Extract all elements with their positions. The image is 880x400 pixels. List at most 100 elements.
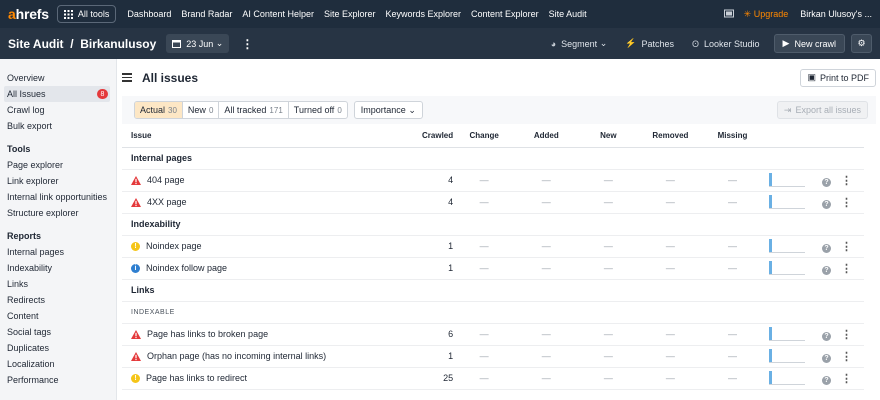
crawled-count[interactable]: 4 [380,169,454,192]
column-header-new[interactable]: New [577,124,640,148]
table-row[interactable]: i Noindex follow page 1— — — — —? ⋮ [122,257,864,280]
new-value: — [577,367,640,390]
upgrade-link[interactable]: ✳ Upgrade [744,9,789,20]
menu-toggle-icon[interactable] [122,71,132,84]
issue-name[interactable]: Orphan page (has no incoming internal li… [147,351,326,361]
column-header-crawled[interactable]: Crawled [380,124,454,148]
issue-name-cell[interactable]: Page has links to broken page [122,323,381,346]
sidebar-item-page-explorer[interactable]: Page explorer [0,157,116,173]
sidebar-item-duplicates[interactable]: Duplicates [0,340,116,356]
help-icon[interactable]: ? [822,177,832,187]
sidebar-item-internal-pages[interactable]: Internal pages [0,244,116,260]
settings-button[interactable]: ⚙ [851,34,872,53]
issue-name-cell[interactable]: ! Noindex page [122,235,381,258]
export-all-issues-button[interactable]: ⇥ Export all issues [776,101,868,119]
ahrefs-logo[interactable]: ahrefs [8,6,49,22]
help-icon[interactable]: ? [822,243,832,253]
crawled-count[interactable]: 1 [380,257,454,280]
sidebar-item-indexability[interactable]: Indexability [0,260,116,276]
importance-dropdown[interactable]: Importance ⌄ [353,101,423,119]
filter-actual[interactable]: Actual 30 [135,102,183,118]
issue-name-cell[interactable]: Orphan page (has no incoming internal li… [122,345,381,368]
account-menu[interactable]: Birkan Ulusoy's ... [800,9,872,19]
column-header-removed[interactable]: Removed [639,124,702,148]
crawled-count[interactable]: 1 [380,345,454,368]
issue-name[interactable]: 4XX page [147,197,187,207]
sidebar-item-bulk-export[interactable]: Bulk export [0,118,116,134]
column-header-change[interactable]: Change [453,124,516,148]
more-options-icon[interactable]: ⋮ [841,263,852,275]
help-icon[interactable]: ? [822,199,832,209]
nav-item-site-audit[interactable]: Site Audit [549,9,587,19]
nav-item-content-explorer[interactable]: Content Explorer [471,9,539,19]
sidebar-item-redirects[interactable]: Redirects [0,292,116,308]
table-row[interactable]: Orphan page (has no incoming internal li… [122,345,864,368]
sidebar-item-link-explorer[interactable]: Link explorer [0,173,116,189]
crawled-count[interactable]: 6 [380,323,454,346]
sidebar-item-structure-explorer[interactable]: Structure explorer [0,205,116,221]
table-row[interactable]: ! Noindex page 1— — — — —? ⋮ [122,235,864,258]
issue-name-cell[interactable]: 404 page [122,169,381,192]
help-icon[interactable]: ? [822,331,832,341]
issue-name[interactable]: Page has links to redirect [146,373,247,383]
more-options-icon[interactable]: ⋮ [841,351,852,363]
nav-item-dashboard[interactable]: Dashboard [127,9,171,19]
column-header-trend [763,124,811,148]
issue-name-cell[interactable]: i Noindex follow page [122,257,381,280]
issue-name[interactable]: Noindex page [146,241,202,251]
table-row[interactable]: 404 page 4— — — — —? ⋮ [122,169,864,192]
sidebar-item-all-issues[interactable]: All Issues 8 [4,86,110,102]
more-options-icon[interactable]: ⋮ [841,329,852,341]
table-row[interactable]: 4XX page 4— — — — —? ⋮ [122,191,864,214]
column-header-missing[interactable]: Missing [701,124,764,148]
filter-turned-off[interactable]: Turned off 0 [289,102,347,118]
help-icon[interactable]: ? [822,375,832,385]
nav-item-keywords-explorer[interactable]: Keywords Explorer [386,9,462,19]
nav-item-brand-radar[interactable]: Brand Radar [181,9,232,19]
issue-name[interactable]: Noindex follow page [146,263,227,273]
more-options-icon[interactable]: ⋮ [841,373,852,385]
more-options-icon[interactable]: ⋮ [841,175,852,187]
print-to-pdf-button[interactable]: ▣ Print to PDF [800,68,876,87]
sidebar-item-links[interactable]: Links [0,276,116,292]
crawled-count[interactable]: 25 [380,367,454,390]
row-actions: ? ⋮ [810,169,864,192]
more-options-icon[interactable]: ⋮ [841,197,852,209]
nav-item-site-explorer[interactable]: Site Explorer [324,9,376,19]
patches-button[interactable]: ⚡ Patches [625,38,674,49]
sidebar-item-crawl-log[interactable]: Crawl log [0,102,116,118]
sidebar-item-content[interactable]: Content [0,308,116,324]
segment-dropdown[interactable]: ◕ Segment ⌄ [551,38,608,49]
warning-icon: ! [131,242,140,252]
crawled-count[interactable]: 4 [380,191,454,214]
sidebar-item-overview[interactable]: Overview [0,70,116,86]
table-row[interactable]: Page has links to broken page 6— — — — —? ⋮ [122,323,864,346]
project-more-icon[interactable]: ⋮ [241,37,253,51]
crawled-count[interactable]: 1 [380,235,454,258]
filter-new[interactable]: New 0 [183,102,220,118]
looker-studio-button[interactable]: ʘ Looker Studio [692,39,760,49]
group-title: Links [122,279,864,302]
table-row[interactable]: ! Page has links to redirect 25— — — — —? ⋮ [122,367,864,390]
issue-name[interactable]: Page has links to broken page [147,329,268,339]
filter-all-tracked[interactable]: All tracked 171 [219,102,289,118]
sidebar-item-performance[interactable]: Performance [0,372,116,388]
all-tools-button[interactable]: All tools [56,5,117,23]
sidebar-item-localization[interactable]: Localization [0,356,116,372]
sidebar-item-label: Link explorer [7,176,59,186]
crawl-date-selector[interactable]: 23 Jun ⌄ [166,34,230,53]
help-icon[interactable]: ? [822,353,832,363]
issue-name-cell[interactable]: 4XX page [122,191,381,214]
column-header-added[interactable]: Added [515,124,578,148]
new-crawl-button[interactable]: ▶ New crawl [773,34,845,53]
nav-item-ai-content-helper[interactable]: AI Content Helper [242,9,314,19]
help-icon[interactable]: ? [822,265,832,275]
issue-name[interactable]: 404 page [147,175,185,185]
sidebar-item-internal-link-opportunities[interactable]: Internal link opportunities [0,189,116,205]
issue-name-cell[interactable]: ! Page has links to redirect [122,367,381,390]
project-title: Site Audit / Birkanulusoy [8,36,157,51]
sidebar-item-social-tags[interactable]: Social tags [0,324,116,340]
monitor-icon[interactable] [723,9,734,19]
more-options-icon[interactable]: ⋮ [841,241,852,253]
column-header-issue[interactable]: Issue [122,124,381,148]
